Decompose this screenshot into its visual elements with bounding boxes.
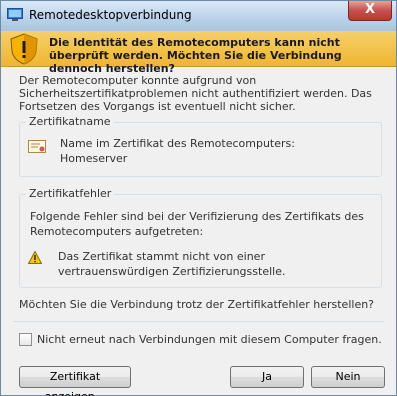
- certificate-name-legend: Zertifikatname: [26, 115, 114, 128]
- dialog-window: Remotedesktopverbindung X Die Identität …: [0, 0, 397, 396]
- warning-banner: Die Identität des Remotecomputers kann n…: [1, 31, 396, 75]
- certificate-error-intro: Folgende Fehler sind bei der Verifizieru…: [30, 210, 364, 238]
- confirmation-question: Möchten Sie die Verbindung trotz der Zer…: [19, 298, 375, 311]
- view-certificate-button[interactable]: Zertifikat anzeigen...: [19, 366, 131, 396]
- close-button[interactable]: X: [348, 1, 392, 21]
- dont-ask-again-label[interactable]: Nicht erneut nach Verbindungen mit diese…: [37, 333, 382, 346]
- certificate-name-group: Zertifikatname Name im Zertifikat des Re…: [19, 115, 382, 177]
- divider: [13, 321, 384, 322]
- intro-text: Der Remotecomputer konnte aufgrund von S…: [19, 74, 372, 113]
- certificate-error-group: Zertifikatfehler Folgende Fehler sind be…: [19, 187, 382, 288]
- certificate-name-value: Homeserver: [60, 152, 128, 165]
- warning-headline: Die Identität des Remotecomputers kann n…: [49, 36, 342, 75]
- certificate-name-label: Name im Zertifikat des Remotecomputers:: [60, 137, 295, 150]
- remote-desktop-icon: [7, 8, 23, 21]
- close-icon: X: [364, 2, 376, 17]
- shield-warning-icon: [10, 33, 38, 65]
- certificate-icon: [28, 140, 46, 153]
- no-button[interactable]: Nein: [311, 366, 385, 388]
- window-title: Remotedesktopverbindung: [29, 8, 192, 22]
- certificate-error-message: Das Zertifikat stammt nicht von einer ve…: [58, 250, 286, 278]
- yes-button[interactable]: Ja: [230, 366, 304, 388]
- title-bar[interactable]: Remotedesktopverbindung X: [1, 1, 396, 31]
- warning-triangle-icon: [28, 251, 42, 264]
- certificate-error-legend: Zertifikatfehler: [26, 187, 115, 200]
- certificate-name-block: Name im Zertifikat des Remotecomputers: …: [60, 136, 295, 166]
- dont-ask-again-checkbox[interactable]: [19, 333, 32, 346]
